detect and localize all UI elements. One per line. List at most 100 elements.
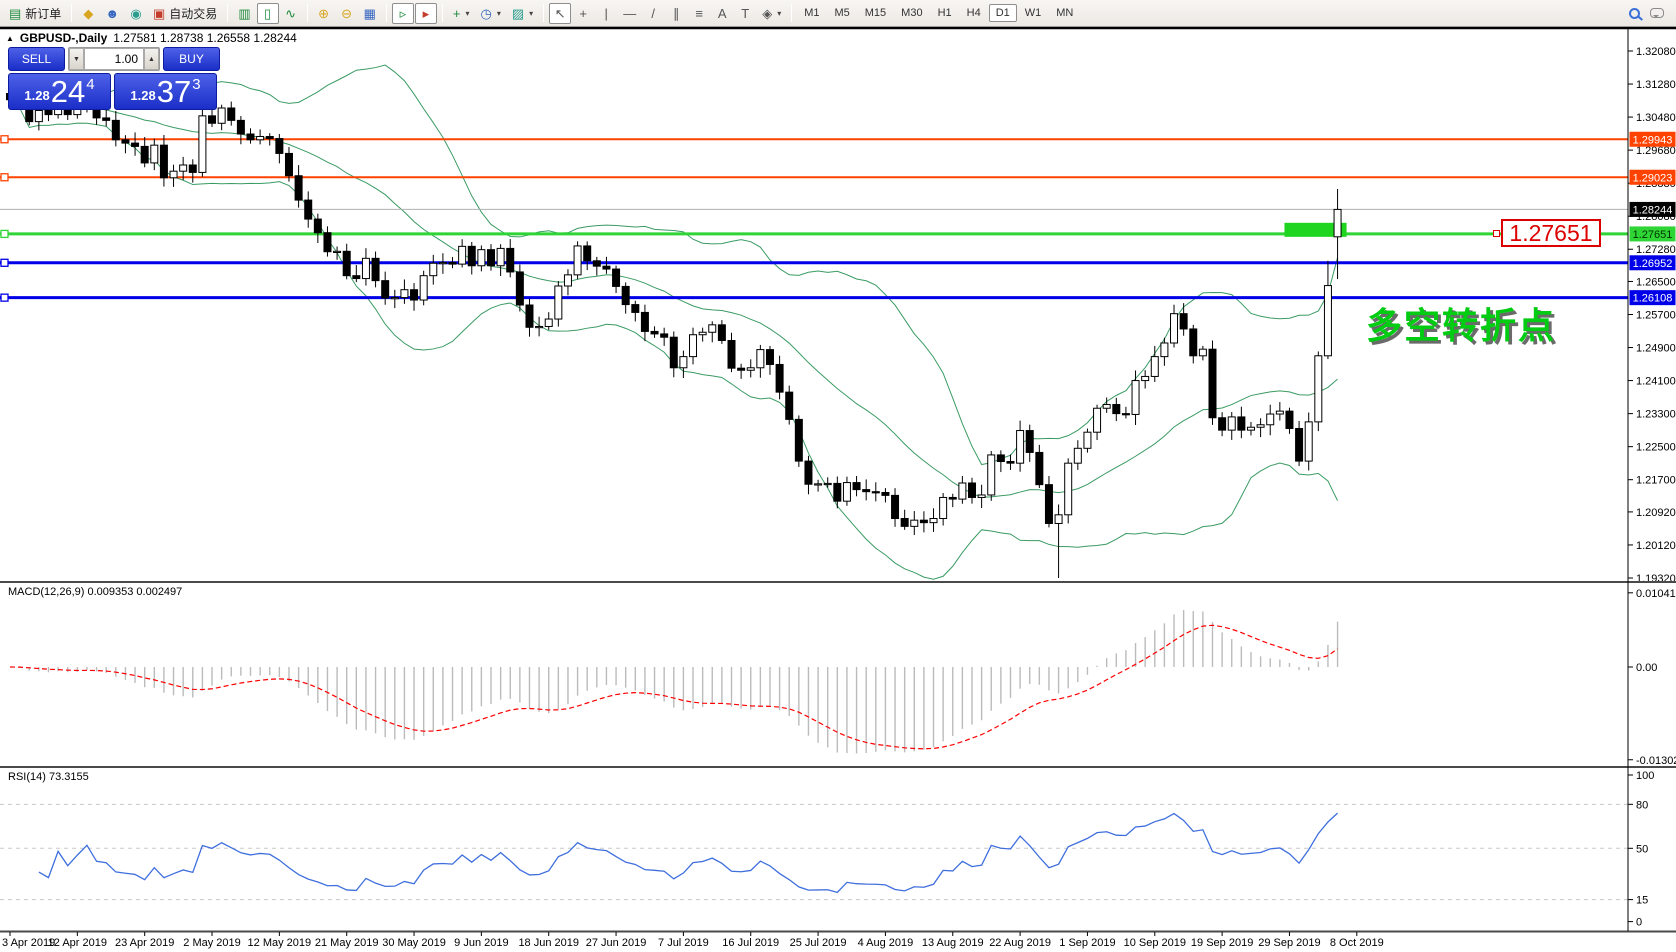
tab-timeframe-h4[interactable]: H4 [960, 4, 988, 22]
chart-candles-button[interactable]: ▯ [256, 2, 279, 24]
tab-timeframe-m15[interactable]: M15 [858, 4, 893, 22]
date-tick-label: 8 Oct 2019 [1330, 937, 1384, 949]
vertical-line-tool-button[interactable]: | [595, 3, 617, 24]
chart-canvas[interactable]: 1.320801.312801.304801.296801.288801.280… [0, 0, 1676, 952]
candle-body [1035, 451, 1044, 486]
tab-timeframe-m30[interactable]: M30 [894, 4, 929, 22]
profile-button[interactable]: ☻ [100, 3, 124, 24]
chat-icon[interactable] [1650, 8, 1664, 18]
tab-timeframe-w1[interactable]: W1 [1018, 4, 1049, 22]
fibonacci-tool-button[interactable]: ≡ [688, 3, 710, 24]
tab-timeframe-m5[interactable]: M5 [827, 4, 856, 22]
crosshair-tool-button[interactable]: + [572, 3, 594, 24]
candle-body [313, 218, 322, 234]
sell-button[interactable]: SELL [8, 47, 65, 71]
text-icon: A [717, 5, 727, 21]
signal-button[interactable]: ◉ [125, 3, 147, 24]
autotrading-button[interactable]: ▣ 自动交易 [148, 3, 222, 24]
search-icon[interactable] [1629, 7, 1640, 19]
candle-body [852, 482, 861, 491]
candlestick-icon: ▯ [264, 5, 272, 21]
candle-body [44, 109, 53, 116]
volume-decrease-button[interactable]: ▼ [69, 48, 84, 70]
metaeditor-button[interactable]: ◆ [77, 3, 99, 24]
tab-timeframe-m1[interactable]: M1 [797, 4, 826, 22]
sell-price-display[interactable]: 1.28 24 4 [8, 73, 111, 110]
volume-input[interactable]: 1.00 [84, 48, 144, 70]
price-badge-label: 1.26108 [1633, 293, 1673, 305]
tile-windows-icon: ▦ [363, 5, 376, 21]
price-tick-label: 1.20120 [1636, 540, 1676, 552]
level-anchor-handle[interactable] [0, 229, 9, 239]
candle-body [775, 363, 784, 393]
chart-bars-button[interactable]: ▥ [233, 3, 255, 24]
price-callout-anchor[interactable] [1493, 230, 1500, 237]
line-chart-icon: ∿ [285, 5, 297, 21]
arrow-down-icon: ▼ [73, 55, 80, 63]
candle-body [804, 460, 813, 485]
buy-price-display[interactable]: 1.28 37 3 [114, 73, 217, 110]
clock-icon: ◷ [480, 5, 492, 21]
sell-price-small: 1.28 [24, 88, 50, 103]
candle-body [487, 249, 495, 267]
tab-timeframe-mn[interactable]: MN [1049, 4, 1080, 22]
auto-scroll-button[interactable]: ▹ [391, 2, 414, 24]
level-anchor-handle[interactable] [0, 258, 9, 267]
chart-line-button[interactable]: ∿ [280, 3, 302, 24]
date-tick-label: 9 Jun 2019 [454, 937, 508, 949]
price-tick-label: 1.32080 [1636, 46, 1676, 58]
price-callout-box[interactable]: 1.27651 [1501, 219, 1601, 247]
candle-body [756, 349, 765, 369]
cn-annotation-text[interactable]: 多空转折点 [1366, 297, 1556, 349]
candle-body [544, 318, 553, 327]
text-tool-button[interactable]: A [711, 3, 733, 24]
chart-shift-button[interactable]: ▸ [414, 2, 437, 24]
candle-body [448, 261, 457, 265]
candle-body [419, 275, 428, 301]
zoom-in-button[interactable]: ⊕ [313, 3, 335, 24]
level-anchor-handle[interactable] [0, 293, 9, 302]
text-label-tool-button[interactable]: T [734, 3, 756, 24]
tab-timeframe-d1[interactable]: D1 [988, 4, 1017, 22]
trendline-tool-button[interactable]: / [642, 3, 664, 24]
new-order-button[interactable]: ▤ 新订单 [4, 3, 66, 24]
horizontal-line-tool-button[interactable]: — [618, 3, 641, 24]
price-tick-label: 1.25700 [1636, 309, 1676, 321]
new-order-label: 新订单 [25, 6, 62, 21]
buy-button[interactable]: BUY [163, 47, 220, 71]
toolbar-separator [385, 4, 387, 22]
cursor-tool-button[interactable]: ↖ [549, 2, 572, 24]
candle-body [919, 519, 928, 524]
candle-body [621, 285, 630, 306]
arrows-tool-button[interactable]: ◈ ▾ [757, 3, 786, 24]
fibonacci-icon: ≡ [695, 5, 703, 21]
candle-body [333, 250, 342, 254]
chart-shift-icon: ▸ [422, 5, 430, 21]
volume-increase-button[interactable]: ▲ [144, 48, 159, 70]
tab-timeframe-h1[interactable]: H1 [931, 4, 959, 22]
crosshair-icon: + [579, 5, 587, 21]
macd-tick-label: 0.00 [1636, 662, 1657, 674]
channel-tool-button[interactable]: ∥ [665, 3, 687, 24]
indicators-button[interactable]: + ▾ [448, 3, 475, 24]
candle-body [1266, 413, 1275, 426]
templates-button[interactable]: ▨ ▾ [507, 3, 538, 24]
autotrading-icon: ▣ [153, 5, 166, 21]
candle-body [1131, 380, 1140, 415]
candle-body [150, 144, 159, 164]
tile-windows-button[interactable]: ▦ [359, 3, 381, 24]
chart-symbol-period: GBPUSD-,Daily [19, 31, 108, 45]
candle-body [121, 139, 130, 144]
price-tick-label: 1.29680 [1636, 145, 1676, 157]
candle-body [352, 275, 361, 280]
candle-body [506, 247, 515, 273]
candle-body [785, 391, 794, 420]
level-anchor-handle[interactable] [0, 173, 9, 182]
periods-button[interactable]: ◷ ▾ [476, 3, 506, 24]
candle-body [1189, 328, 1198, 357]
date-tick-label: 29 Sep 2019 [1258, 937, 1320, 949]
zoom-out-button[interactable]: ⊖ [336, 3, 358, 24]
date-tick-label: 12 Apr 2019 [48, 937, 107, 949]
level-anchor-handle[interactable] [0, 135, 9, 144]
chart-ohlc-values: 1.27581 1.28738 1.26558 1.28244 [113, 31, 297, 45]
